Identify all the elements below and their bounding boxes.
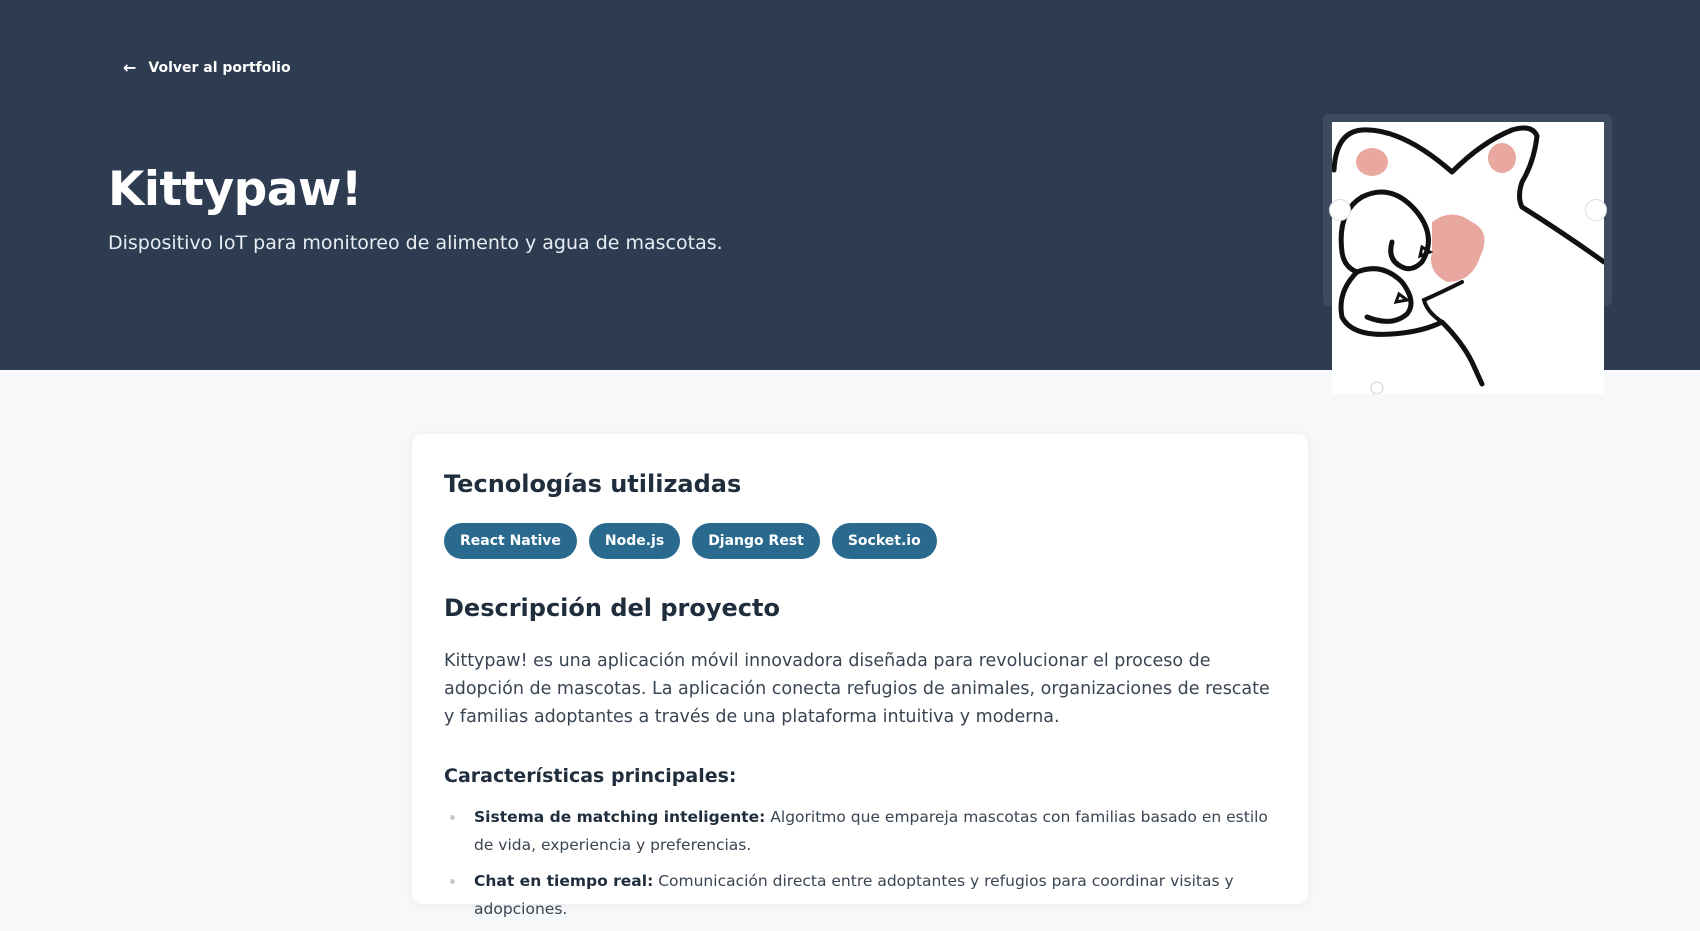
- back-link-label: Volver al portfolio: [148, 60, 291, 76]
- technology-tags: React Native Node.js Django Rest Socket.…: [444, 523, 937, 559]
- technologies-heading: Tecnologías utilizadas: [444, 470, 742, 498]
- page-subtitle: Dispositivo IoT para monitoreo de alimen…: [108, 232, 723, 254]
- bullet-icon: [450, 815, 455, 820]
- features-list: Sistema de matching inteligente: Algorit…: [444, 803, 1284, 931]
- tag-react-native[interactable]: React Native: [444, 523, 577, 559]
- arrow-left-icon: ←: [123, 58, 137, 77]
- page-title: Kittypaw!: [108, 162, 362, 217]
- carousel-prev-button[interactable]: [1329, 199, 1351, 221]
- carousel-next-button[interactable]: [1585, 199, 1607, 221]
- tag-socketio[interactable]: Socket.io: [831, 523, 937, 559]
- tag-nodejs[interactable]: Node.js: [588, 523, 681, 559]
- project-detail-card: Tecnologías utilizadas React Native Node…: [412, 434, 1308, 918]
- features-heading: Características principales:: [444, 765, 737, 787]
- description-text: Kittypaw! es una aplicación móvil innova…: [444, 651, 1270, 727]
- cat-paw-illustration: [1332, 125, 1604, 394]
- bullet-icon: [450, 879, 455, 884]
- tag-django-rest[interactable]: Django Rest: [692, 523, 820, 559]
- carousel-image: [1332, 122, 1604, 394]
- list-item: Chat en tiempo real: Comunicación direct…: [420, 867, 1284, 923]
- back-to-portfolio-link[interactable]: ← Volver al portfolio: [123, 58, 291, 77]
- feature-label: Sistema de matching inteligente:: [474, 808, 766, 826]
- feature-label: Chat en tiempo real:: [474, 872, 654, 890]
- description-heading: Descripción del proyecto: [444, 594, 780, 622]
- list-item: Sistema de matching inteligente: Algorit…: [420, 803, 1284, 859]
